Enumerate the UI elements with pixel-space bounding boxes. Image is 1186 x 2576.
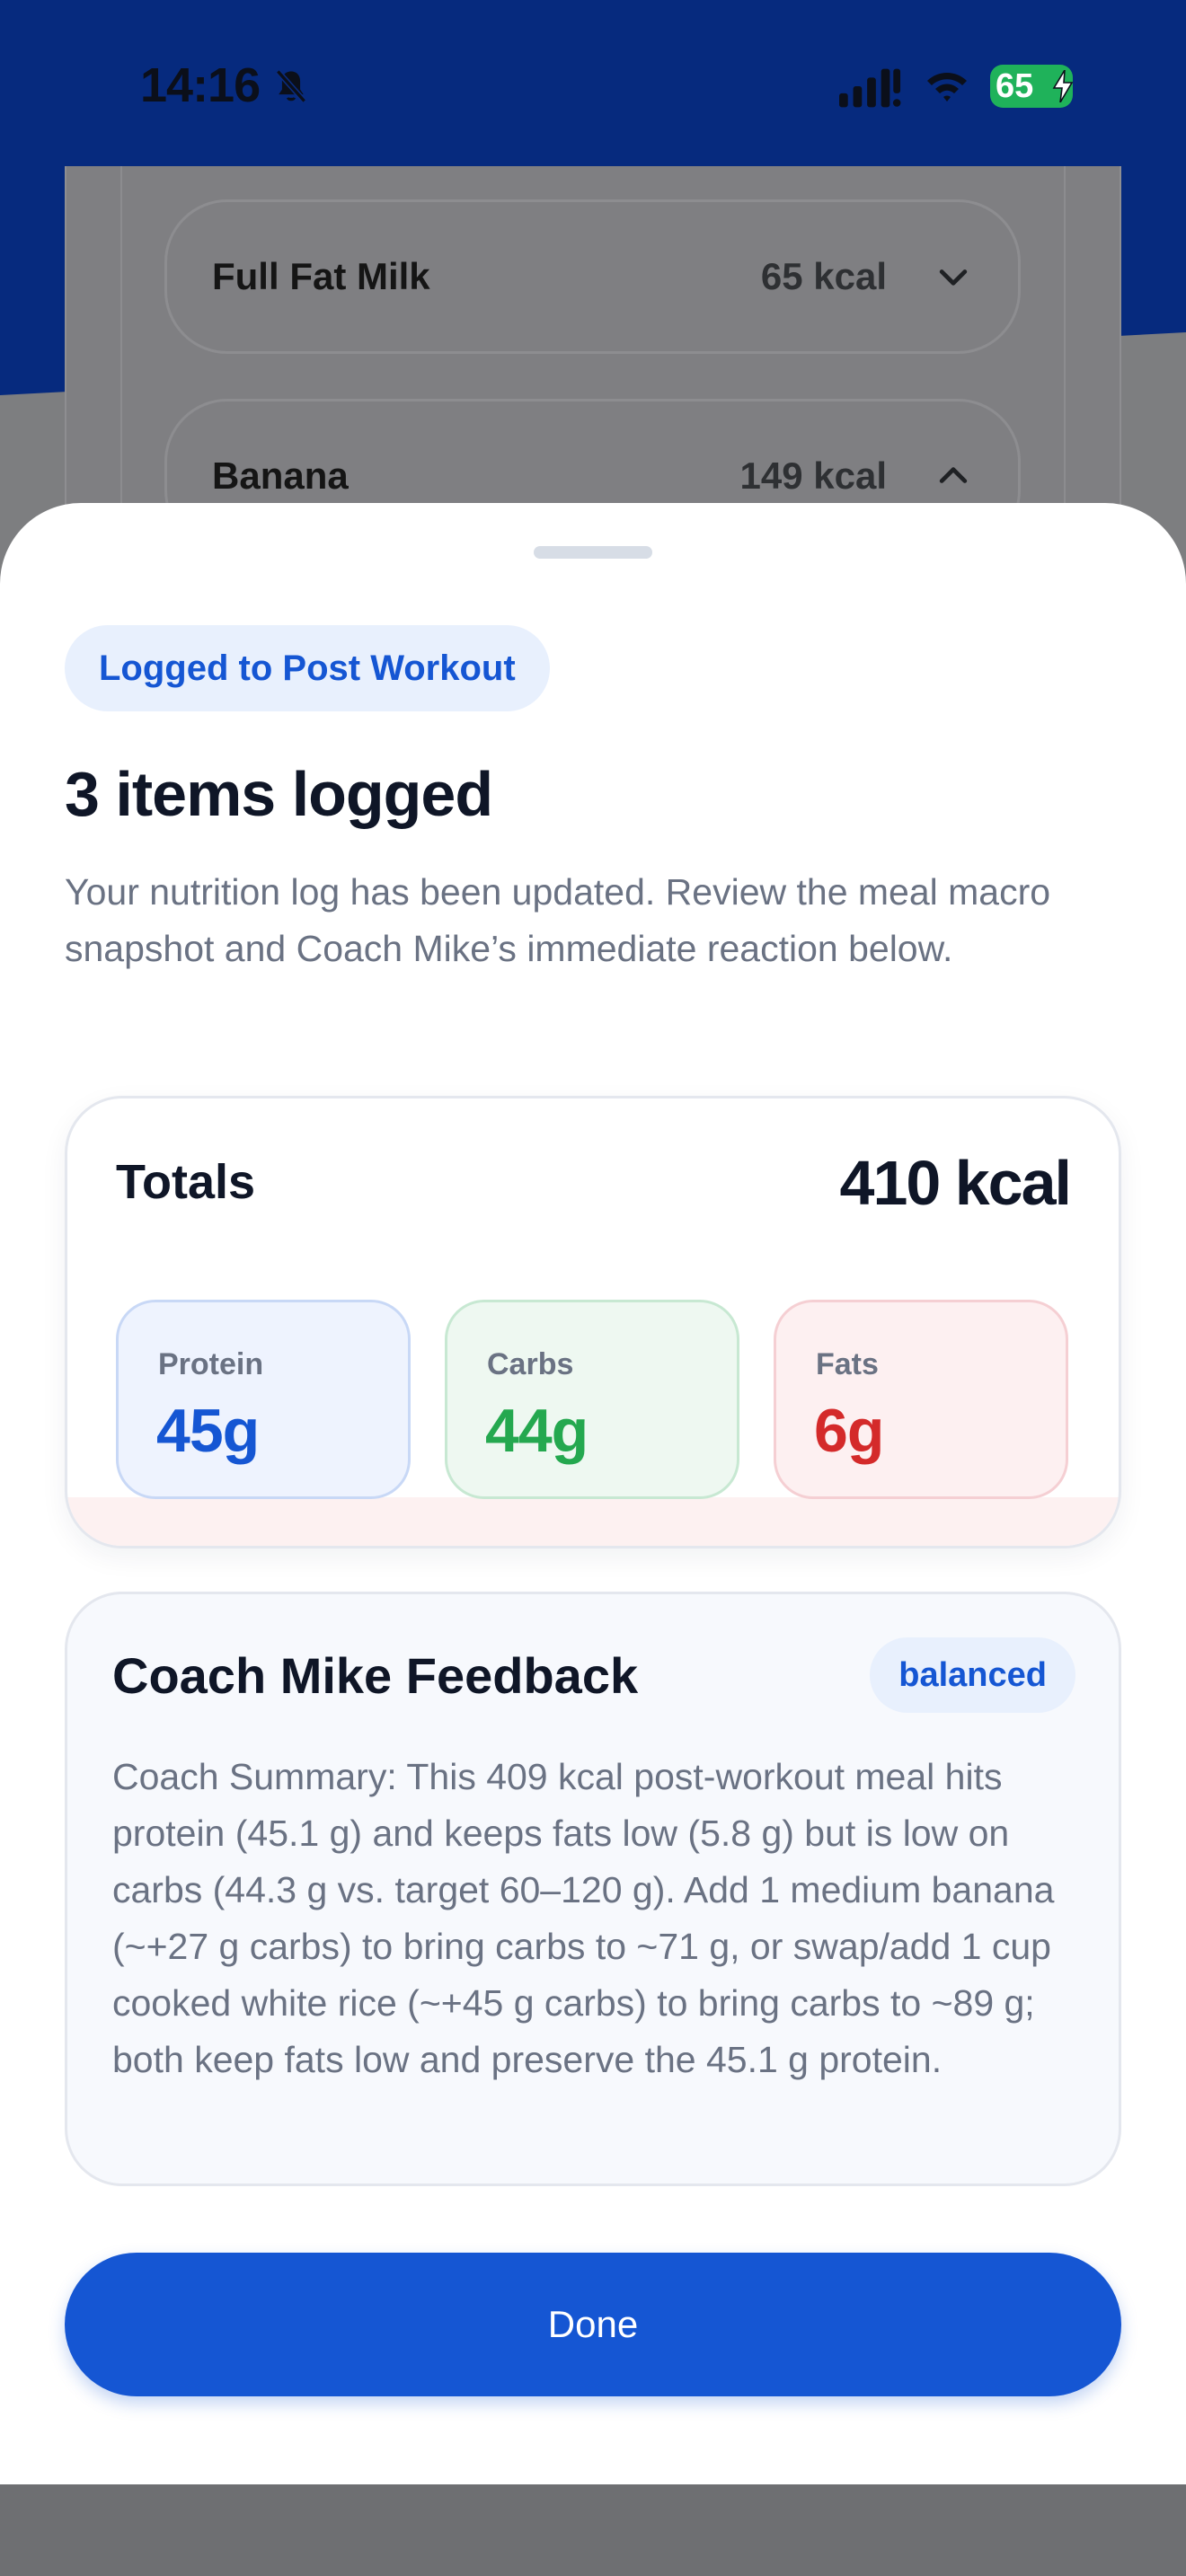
battery-level: 65 [996,66,1034,105]
macro-label: Carbs [487,1347,574,1381]
done-button[interactable]: Done [65,2253,1121,2396]
logged-items-sheet: Logged to Post Workout 3 items logged Yo… [0,503,1186,2484]
totals-kcal: 410 kcal [839,1148,1072,1218]
macro-value: 6g [814,1397,884,1465]
logged-meal-badge-label: Logged to Post Workout [99,648,516,688]
charging-bolt-icon [1052,70,1074,102]
macro-value: 45g [156,1397,260,1465]
macro-fats: Fats 6g [774,1300,1068,1499]
feedback-status-label: balanced [898,1655,1047,1694]
bell-slash-icon [275,69,307,103]
food-item-name: Banana [212,454,349,497]
chevron-down-icon[interactable] [934,257,973,296]
macro-carbs: Carbs 44g [445,1300,739,1499]
logged-meal-badge: Logged to Post Workout [65,625,550,711]
sheet-title: 3 items logged [65,759,493,829]
chevron-up-icon[interactable] [934,456,973,496]
macro-protein: Protein 45g [116,1300,411,1499]
macro-label: Protein [158,1347,264,1381]
feedback-status-badge: balanced [870,1637,1075,1713]
status-time: 14:16 [140,58,261,112]
macro-label: Fats [816,1347,879,1381]
coach-feedback-card: Coach Mike Feedback balanced Coach Summa… [65,1592,1121,2186]
sheet-grabber[interactable] [534,546,652,559]
macro-value: 44g [485,1397,589,1465]
totals-card-tint [67,1497,1119,1546]
status-bar: 14:16 65 [0,0,1186,171]
food-item-name: Full Fat Milk [212,255,430,297]
food-item-kcal: 149 kcal [739,454,888,497]
wifi-icon [927,73,967,101]
coach-feedback-text: Coach Summary: This 409 kcal post-workou… [112,1756,1055,2080]
signal-icon [839,68,901,108]
home-indicator-area [0,2484,1186,2576]
battery-indicator: 65 [990,65,1074,108]
sheet-description: Your nutrition log has been updated. Rev… [65,871,1051,969]
totals-card: Totals 410 kcal Protein 45g Carbs 44g Fa… [65,1096,1121,1548]
food-item-row[interactable]: Full Fat Milk 65 kcal [164,199,1021,354]
totals-label: Totals [116,1155,256,1209]
food-item-kcal: 65 kcal [760,255,887,297]
coach-feedback-title: Coach Mike Feedback [112,1647,639,1704]
